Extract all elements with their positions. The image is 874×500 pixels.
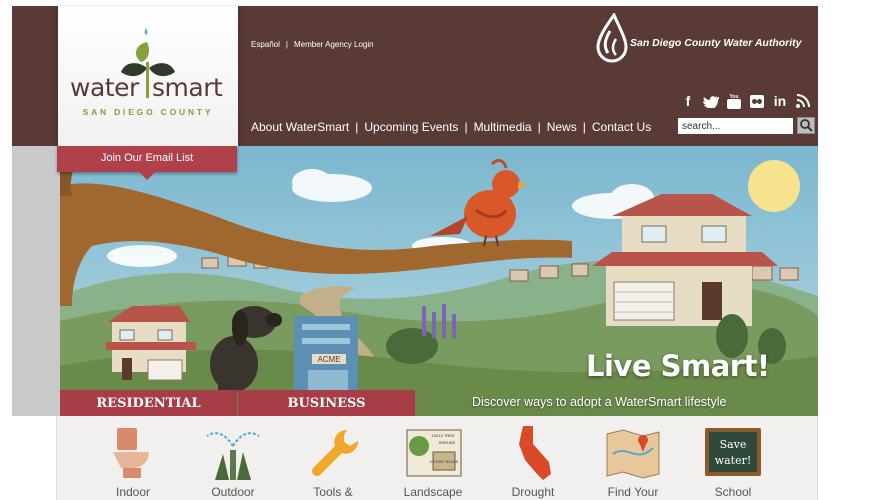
- logo-word-water: water: [70, 73, 139, 102]
- divider: |: [355, 120, 359, 134]
- wrench-icon: [312, 429, 359, 476]
- category-outdoor[interactable]: Outdoor: [183, 420, 283, 500]
- chalkboard-icon: Save water!: [705, 428, 761, 476]
- nav-about[interactable]: About WaterSmart: [251, 120, 349, 134]
- youtube-icon[interactable]: You: [726, 92, 742, 113]
- social-links: f You in: [680, 92, 811, 113]
- category-label: Landscape: [403, 485, 463, 499]
- water-authority-logo[interactable]: San Diego County Water Authority: [594, 13, 824, 63]
- twitter-icon[interactable]: [702, 92, 719, 113]
- map-pin-icon: [606, 429, 660, 479]
- divider: |: [582, 120, 586, 134]
- landscape-plan-icon: 10X10 TREE SHRUBS 2-STORY HOUSE: [406, 429, 462, 477]
- main-nav: About WaterSmart | Upcoming Events | Multi…: [251, 120, 651, 134]
- nav-upcoming-events[interactable]: Upcoming Events: [364, 120, 458, 134]
- category-label: Find Your: [607, 485, 659, 499]
- category-label: School: [714, 485, 752, 499]
- landscape-shrubs-label: SHRUBS: [439, 440, 456, 445]
- chalkboard-line-2: water!: [715, 454, 752, 467]
- sun: [748, 160, 800, 212]
- tab-residential[interactable]: RESIDENTIAL: [60, 390, 237, 416]
- category-label: Drought: [511, 485, 555, 499]
- top-links: Español | Member Agency Login: [251, 40, 374, 49]
- hero-tagline[interactable]: Discover ways to adopt a WaterSmart life…: [472, 395, 727, 409]
- search-input[interactable]: [678, 118, 793, 134]
- category-label: Indoor: [115, 485, 151, 499]
- link-member-agency-login[interactable]: Member Agency Login: [294, 40, 374, 49]
- divider: |: [285, 40, 288, 49]
- flickr-icon[interactable]: [749, 92, 765, 113]
- building-sign: ACME: [317, 355, 340, 364]
- category-indoor[interactable]: Indoor: [83, 420, 183, 500]
- landscape-house-label: 2-STORY HOUSE: [430, 460, 459, 464]
- search-icon: [800, 119, 813, 132]
- water-drop-icon: [596, 13, 628, 63]
- email-tab-arrow: [139, 172, 155, 180]
- category-landscape[interactable]: 10X10 TREE SHRUBS 2-STORY HOUSE Landscap…: [383, 420, 483, 500]
- link-espanol[interactable]: Español: [251, 40, 280, 49]
- sprinkler-icon: [206, 432, 260, 480]
- water-authority-name: San Diego County Water Authority: [630, 37, 802, 49]
- join-email-list-tab[interactable]: Join Our Email List: [57, 146, 237, 172]
- search-button[interactable]: [797, 117, 815, 134]
- svg-text:You: You: [729, 94, 738, 100]
- nav-news[interactable]: News: [547, 120, 577, 134]
- category-school[interactable]: Save water! School: [683, 420, 783, 500]
- category-drought[interactable]: Drought: [483, 420, 583, 500]
- divider: |: [537, 120, 541, 134]
- landscape-tree-label: 10X10 TREE: [431, 433, 455, 438]
- category-find-your[interactable]: Find Your: [583, 420, 683, 500]
- nav-contact-us[interactable]: Contact Us: [592, 120, 651, 134]
- toilet-icon: [113, 428, 149, 478]
- site-logo[interactable]: water smart SAN DIEGO COUNTY: [58, 6, 238, 146]
- facebook-icon[interactable]: f: [680, 92, 696, 113]
- category-tools[interactable]: Tools &: [283, 420, 383, 500]
- tab-business[interactable]: BUSINESS: [238, 390, 415, 416]
- chalkboard-line-1: Save: [720, 438, 747, 451]
- california-map-icon: [519, 426, 551, 480]
- divider: |: [464, 120, 468, 134]
- logo-subtitle: SAN DIEGO COUNTY: [82, 107, 214, 117]
- logo-word-smart: smart: [152, 73, 223, 102]
- nav-multimedia[interactable]: Multimedia: [474, 120, 532, 134]
- category-label: Outdoor: [211, 485, 255, 499]
- page: water smart SAN DIEGO COUNTY Español | Mem…: [0, 0, 874, 500]
- linkedin-icon[interactable]: in: [772, 92, 788, 113]
- rss-icon[interactable]: [795, 92, 811, 113]
- category-label: Tools &: [313, 485, 353, 499]
- hero-headline: Live Smart!: [586, 349, 770, 383]
